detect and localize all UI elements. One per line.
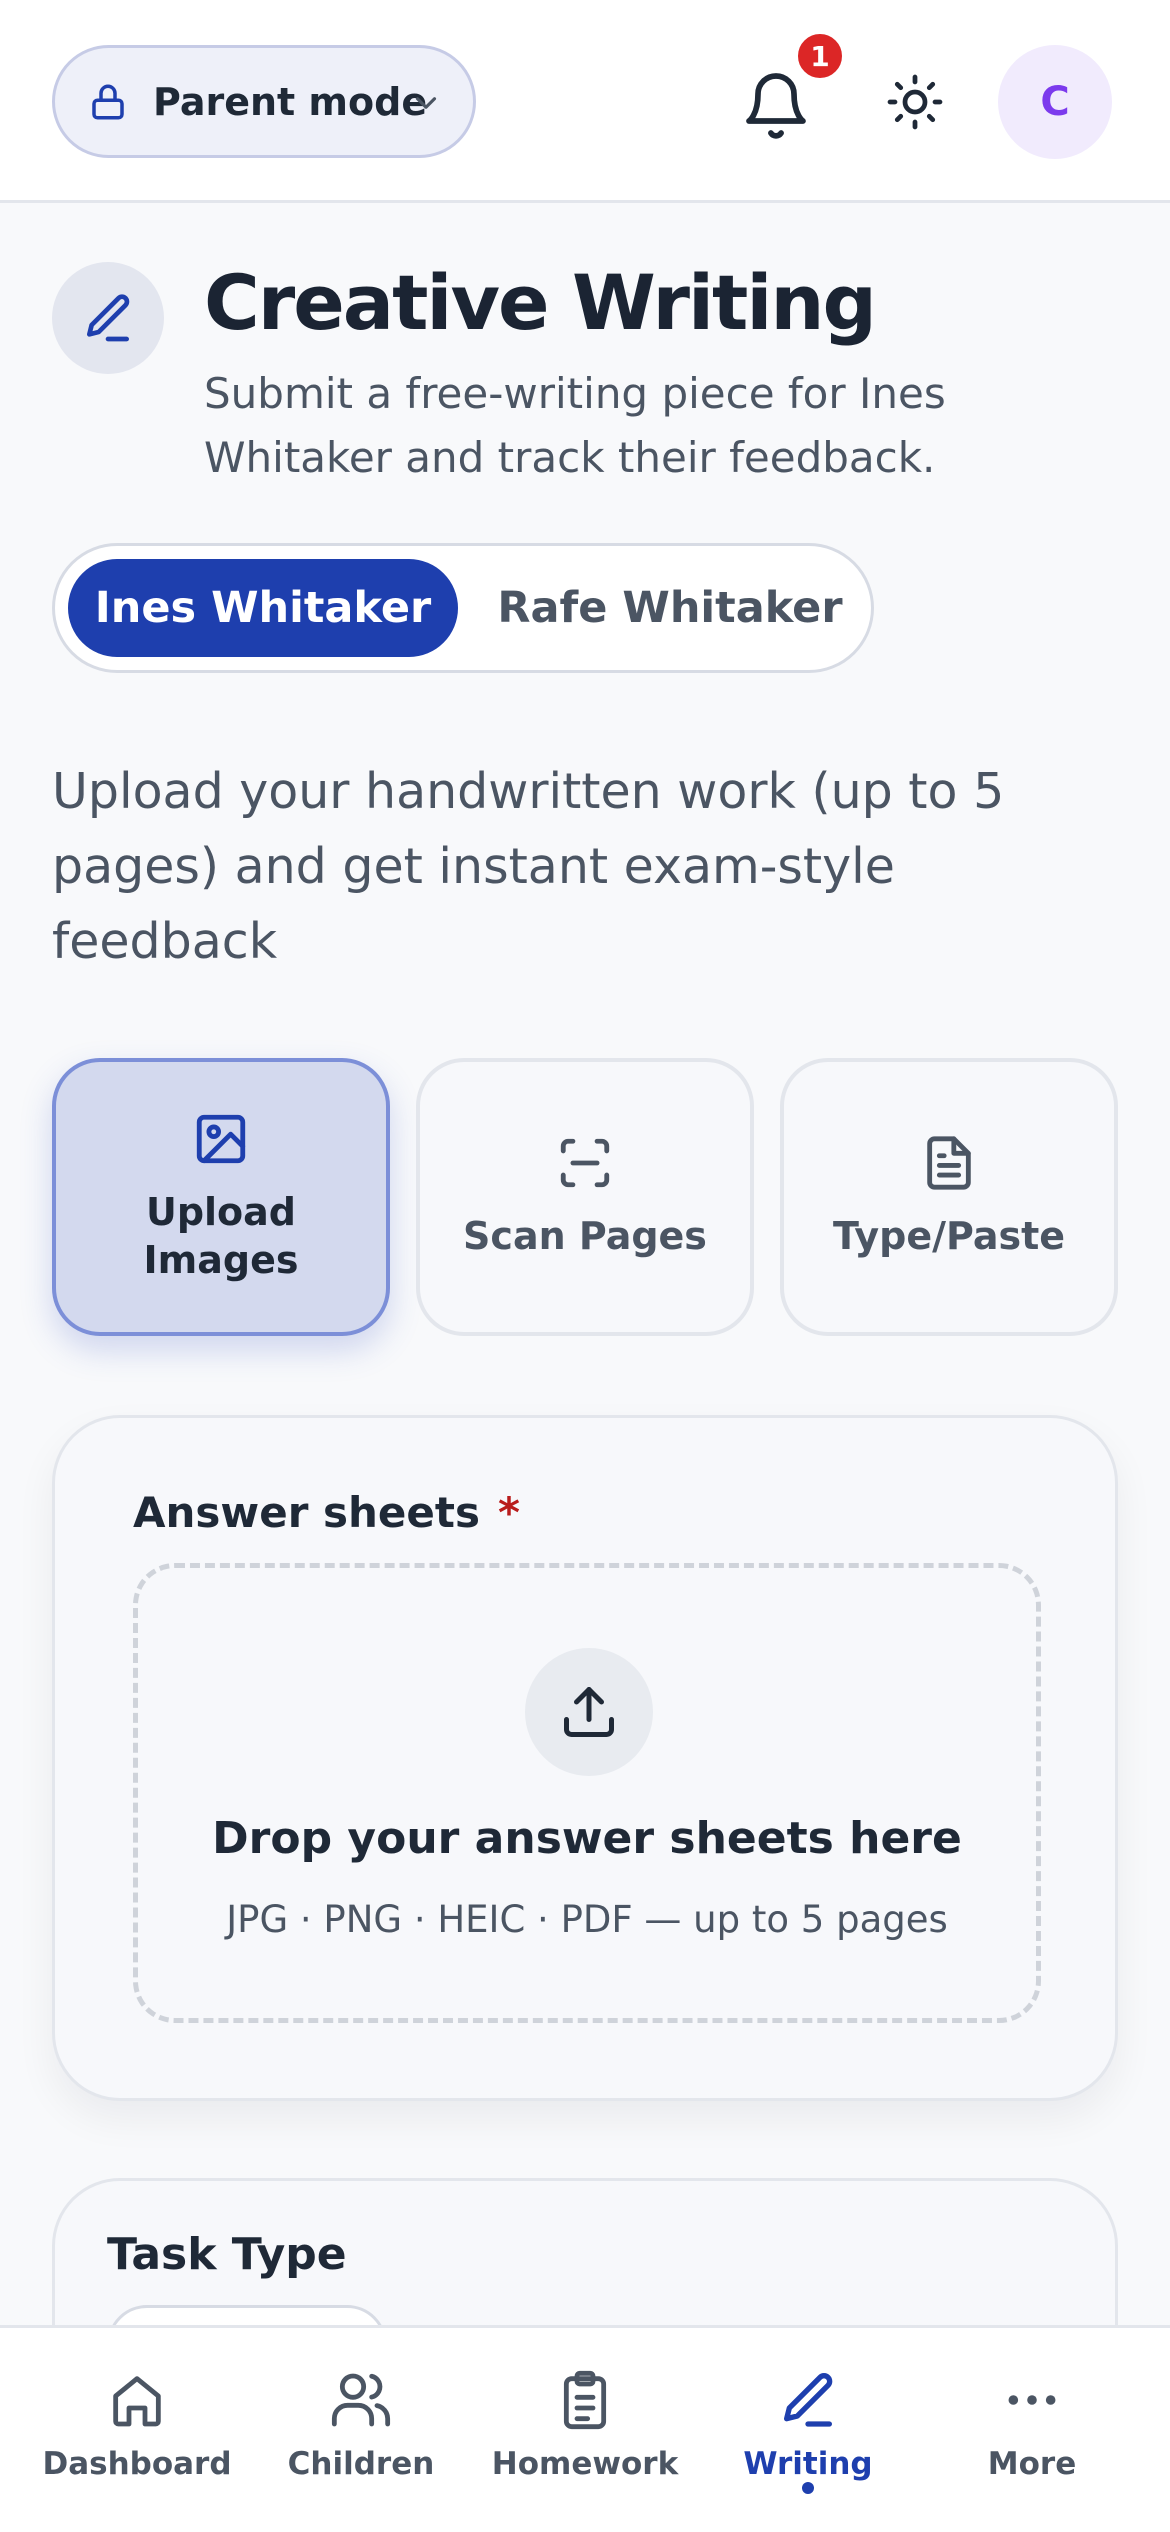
chevron-down-icon: [415, 97, 437, 109]
nav-children-label: Children: [287, 2446, 435, 2482]
more-icon: [1008, 2395, 1056, 2405]
page-subtitle: Submit a free-writing piece for Ines Whi…: [204, 369, 946, 482]
intro-text: Upload your handwritten work (up to 5 pa…: [52, 763, 1005, 970]
task-type-label: Task Type: [107, 2229, 347, 2280]
writing-badge: [52, 262, 164, 374]
active-indicator-dot: [802, 2482, 814, 2494]
type-paste-option[interactable]: Type/Paste: [780, 1058, 1118, 1336]
child-tab-rafe[interactable]: Rafe Whitaker: [475, 559, 865, 657]
scan-pages-label: Scan Pages: [463, 1214, 707, 1258]
child-tab-ines[interactable]: Ines Whitaker: [68, 559, 458, 657]
nav-more-label: More: [987, 2446, 1077, 2482]
type-paste-label: Type/Paste: [832, 1214, 1066, 1258]
nav-children[interactable]: Children: [261, 2368, 461, 2482]
avatar[interactable]: C: [998, 45, 1112, 159]
dropzone-subtitle: JPG · PNG · HEIC · PDF — up to 5 pages: [226, 1898, 948, 1941]
nav-more[interactable]: More: [932, 2368, 1132, 2482]
nav-homework-label: Homework: [491, 2446, 679, 2482]
dropzone-title: Drop your answer sheets here: [212, 1813, 962, 1864]
answer-sheets-dropzone[interactable]: Drop your answer sheets here JPG · PNG ·…: [133, 1563, 1041, 2023]
answer-sheets-label: Answer sheets *: [133, 1488, 520, 1537]
bottom-navigation: Dashboard Children Homework Writing More: [0, 2325, 1170, 2532]
answer-sheets-label-text: Answer sheets: [133, 1488, 480, 1537]
upload-images-option[interactable]: Upload Images: [52, 1058, 390, 1336]
lock-icon: [92, 84, 124, 119]
notification-badge: 1: [794, 30, 846, 82]
required-marker: *: [497, 1488, 520, 1537]
pen-icon: [87, 294, 130, 342]
upload-images-label: Upload Images: [143, 1190, 299, 1282]
scan-pages-option[interactable]: Scan Pages: [416, 1058, 754, 1336]
pen-icon: [784, 2373, 833, 2427]
parent-mode-selector[interactable]: Parent mode: [52, 45, 476, 158]
image-icon: [196, 1114, 246, 1164]
child-selector: Ines Whitaker Rafe Whitaker: [52, 543, 874, 673]
bell-icon[interactable]: [740, 70, 812, 142]
parent-mode-label: Parent mode: [153, 79, 428, 124]
document-icon: [927, 1136, 971, 1190]
page-title: Creative Writing: [204, 258, 877, 347]
home-icon: [113, 2376, 161, 2427]
nav-writing[interactable]: Writing: [708, 2368, 908, 2494]
nav-writing-label: Writing: [743, 2446, 873, 2482]
scan-icon: [560, 1138, 610, 1188]
clipboard-icon: [563, 2370, 607, 2430]
answer-sheets-card: Answer sheets * Drop your answer sheets h…: [52, 1415, 1118, 2101]
nav-dashboard[interactable]: Dashboard: [37, 2368, 237, 2482]
users-icon: [331, 2373, 391, 2427]
top-header: Parent mode 1 C: [0, 0, 1170, 203]
upload-icon: [564, 1687, 614, 1737]
theme-toggle-sun-icon[interactable]: [885, 72, 945, 132]
nav-homework[interactable]: Homework: [485, 2368, 685, 2482]
upload-icon-circle: [525, 1648, 653, 1776]
nav-dashboard-label: Dashboard: [42, 2446, 232, 2482]
